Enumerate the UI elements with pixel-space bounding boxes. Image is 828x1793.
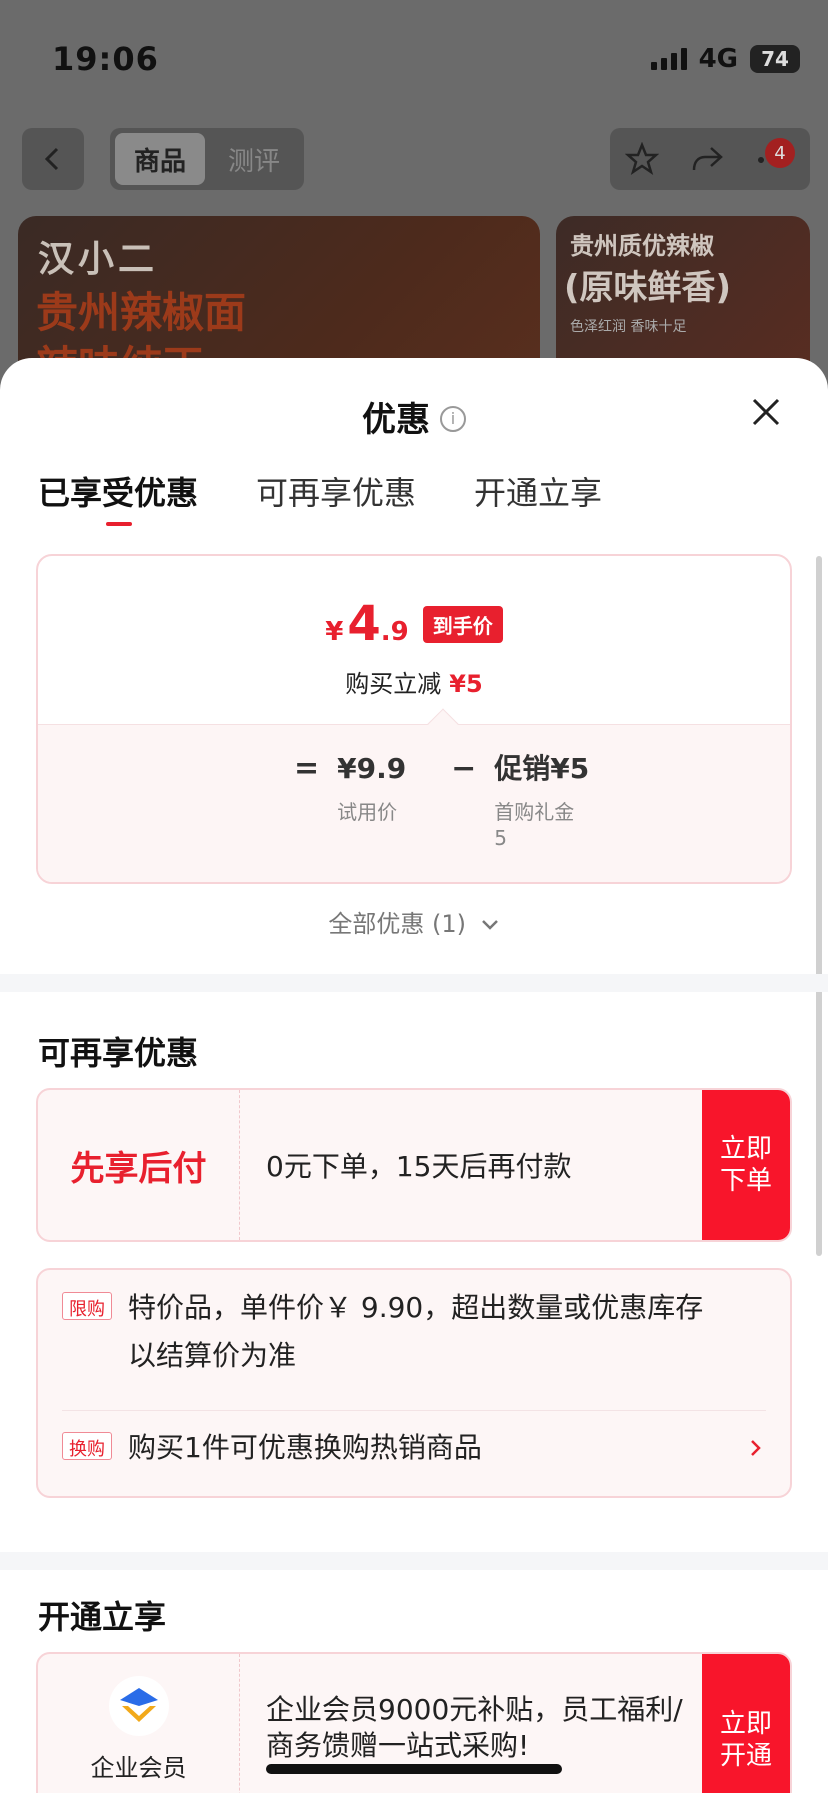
tab-open[interactable]: 开通立享	[474, 468, 602, 526]
banner-side-title: 贵州质优辣椒	[570, 232, 714, 260]
final-price: ¥4.9 到手价	[38, 596, 790, 652]
pay-later-card: 先享后付 0元下单，15天后再付款 立即 下单	[36, 1088, 792, 1242]
section-title-more: 可再享优惠	[38, 1034, 199, 1072]
base-price-label: 试用价	[337, 800, 398, 824]
banner-side-caption: 色泽红润 香味十足	[570, 319, 687, 335]
diamond-icon	[119, 1688, 158, 1722]
nav-tab-review[interactable]: 测评	[209, 133, 299, 185]
notification-badge: 4	[765, 138, 795, 168]
status-bar: 19:06 4G 74	[0, 0, 828, 110]
pay-later-tag: 先享后付	[38, 1090, 240, 1240]
price-card: ¥4.9 到手价 购买立减 ¥5 = ¥9.9 试用价 − 促销¥5 首购礼金 5	[36, 554, 792, 884]
price-decimal: .9	[380, 617, 409, 647]
background-page: 19:06 4G 74 商品 测评 4 汉小二 贵州辣椒面 辣味纯正 贵州质优辣…	[0, 0, 828, 416]
close-icon[interactable]	[744, 390, 788, 434]
promo-label: 首购礼金 5	[494, 800, 575, 850]
home-indicator[interactable]	[266, 1764, 562, 1774]
rule-text-limit: 特价品，单件价￥ 9.90，超出数量或优惠库存 以结算价为准	[128, 1291, 704, 1372]
section-title-open: 开通立享	[38, 1598, 167, 1636]
network-type: 4G	[698, 44, 738, 74]
rule-text-exchange: 购买1件可优惠换购热销商品	[128, 1431, 482, 1464]
battery-icon: 74	[750, 45, 800, 73]
sheet-header: 优惠 i	[0, 358, 828, 468]
equals-sign: =	[294, 751, 320, 786]
nav-tabs: 商品 测评	[110, 128, 304, 190]
reduce-label: 购买立减	[345, 670, 442, 698]
pay-later-text: 0元下单，15天后再付款	[266, 1150, 572, 1183]
rule-tag-limit: 限购	[62, 1292, 112, 1320]
offer-tabs: 已享受优惠 可再享优惠 开通立享	[38, 468, 602, 526]
promo-value: 促销¥5	[494, 752, 590, 785]
minus-sign: −	[451, 751, 477, 786]
final-price-value: ¥4.9	[325, 596, 408, 652]
banner-side-subtitle: (原味鲜香)	[564, 268, 732, 308]
more-button[interactable]: 4	[755, 138, 795, 176]
price-summary: ¥4.9 到手价 购买立减 ¥5	[38, 556, 790, 726]
reduce-value: ¥5	[449, 670, 483, 698]
rule-row-exchange[interactable]: 换购 购买1件可优惠换购热销商品	[62, 1424, 730, 1472]
member-name: 企业会员	[90, 1754, 187, 1782]
promo-col: 促销¥5 首购礼金 5	[494, 751, 590, 851]
back-button[interactable]	[22, 128, 84, 190]
currency-symbol: ¥	[325, 617, 344, 647]
final-price-tag: 到手价	[422, 605, 503, 643]
chevron-down-icon	[481, 920, 498, 930]
offers-sheet: 优惠 i 已享受优惠 可再享优惠 开通立享 ¥4.9 到手价 购买立减¥5 =	[0, 358, 828, 1793]
reduce-line: 购买立减 ¥5	[38, 664, 790, 699]
member-badge: 企业会员	[38, 1654, 240, 1793]
nav-tab-product[interactable]: 商品	[115, 133, 205, 185]
open-now-button[interactable]: 立即 开通	[702, 1654, 790, 1793]
enterprise-member-logo	[108, 1676, 169, 1736]
watermark-text: 鸭屎香	[348, 875, 420, 882]
rule-tag-exchange: 换购	[62, 1432, 112, 1460]
chevron-right-icon[interactable]	[746, 1438, 766, 1458]
chevron-left-icon	[44, 147, 59, 171]
rule-row-limit: 限购 特价品，单件价￥ 9.90，超出数量或优惠库存 以结算价为准	[62, 1284, 766, 1380]
share-icon[interactable]	[689, 142, 725, 176]
base-price: ¥9.9	[337, 752, 407, 785]
nav-actions: 4	[610, 128, 810, 190]
signal-icon	[650, 48, 687, 70]
all-offers-label: 全部优惠 (1)	[328, 910, 466, 938]
rules-card: 限购 特价品，单件价￥ 9.90，超出数量或优惠库存 以结算价为准 换购 购买1…	[36, 1268, 792, 1498]
star-icon[interactable]	[625, 142, 659, 176]
sheet-title-text: 优惠	[362, 400, 430, 440]
tab-more[interactable]: 可再享优惠	[256, 468, 416, 526]
sheet-title: 优惠 i	[0, 392, 828, 441]
price-integer: 4	[347, 596, 381, 652]
status-indicators: 4G 74	[650, 44, 800, 74]
info-icon[interactable]: i	[440, 405, 466, 432]
section-divider	[0, 974, 828, 992]
price-breakdown: = ¥9.9 试用价 − 促销¥5 首购礼金 5 鸭屎香	[38, 708, 790, 882]
status-time: 19:06	[52, 40, 159, 78]
tab-enjoyed[interactable]: 已享受优惠	[38, 468, 198, 526]
section-divider	[0, 1552, 828, 1570]
all-offers-toggle[interactable]: 全部优惠 (1)	[0, 904, 828, 939]
banner-brand: 汉小二	[38, 239, 159, 280]
base-price-col: ¥9.9 试用价	[337, 751, 433, 825]
price-formula: = ¥9.9 试用价 − 促销¥5 首购礼金 5	[294, 751, 590, 851]
order-now-button[interactable]: 立即 下单	[702, 1090, 790, 1240]
rule-divider	[62, 1410, 766, 1411]
